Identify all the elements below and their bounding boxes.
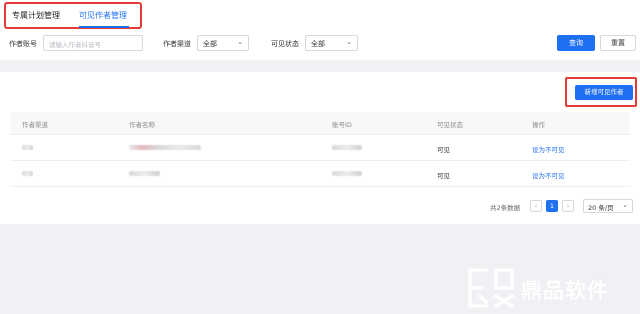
channel-select-value: 全部 — [203, 40, 217, 48]
chevron-down-icon: ⌄ — [346, 38, 352, 46]
row-status: 可见 — [437, 172, 450, 180]
chevron-down-icon: ⌄ — [622, 201, 628, 209]
channel-label: 作者渠道 — [163, 40, 191, 48]
reset-button[interactable]: 重置 — [600, 35, 636, 51]
active-tab-indicator — [79, 26, 129, 28]
channel-select[interactable]: 全部 ⌄ — [197, 35, 249, 51]
chevron-left-icon[interactable]: ‹ — [530, 200, 542, 212]
account-input[interactable]: 请输入作者抖音号 — [43, 35, 143, 51]
row-divider — [10, 186, 630, 187]
visibility-select[interactable]: 全部 ⌄ — [305, 35, 358, 51]
redacted-account-id — [332, 171, 362, 176]
redacted-author-name — [129, 171, 160, 176]
visibility-select-value: 全部 — [311, 40, 325, 48]
header-visibility: 可见状态 — [437, 121, 463, 129]
chevron-right-icon[interactable]: › — [562, 200, 574, 212]
header-author-name: 作者名称 — [129, 121, 155, 129]
query-button[interactable]: 查询 — [557, 35, 595, 51]
set-invisible-link[interactable]: 设为不可见 — [532, 144, 565, 154]
redacted-author-name — [129, 145, 201, 150]
tab-exclusive-plan[interactable]: 专属计划管理 — [12, 10, 60, 21]
tabs-highlight-box: 专属计划管理 可见作者管理 — [4, 2, 142, 29]
header-channel: 作者渠道 — [22, 121, 48, 129]
visibility-label: 可见状态 — [271, 40, 299, 48]
row-divider — [10, 160, 630, 161]
account-label: 作者账号 — [9, 40, 37, 48]
set-invisible-link[interactable]: 设为不可见 — [532, 170, 565, 180]
pagination-total: 共2条数据 — [490, 204, 521, 212]
page-size-value: 20 条/页 — [588, 204, 614, 212]
pagination-current-page[interactable]: 1 — [546, 200, 558, 212]
add-visible-author-button[interactable]: 新增可见作者 — [575, 85, 633, 100]
row-status: 可见 — [437, 146, 450, 154]
page-size-select[interactable]: 20 条/页 ⌄ — [583, 199, 633, 213]
filter-card: 专属计划管理 可见作者管理 作者账号 请输入作者抖音号 作者渠道 全部 ⌄ 可见… — [0, 0, 640, 60]
redacted-channel — [22, 171, 33, 176]
redacted-channel — [22, 145, 33, 150]
header-actions: 操作 — [532, 121, 545, 129]
watermark-logo-icon — [468, 268, 515, 309]
tab-visible-authors[interactable]: 可见作者管理 — [79, 10, 127, 21]
header-account-id: 账号ID — [332, 121, 352, 129]
redacted-account-id — [332, 145, 362, 150]
chevron-down-icon: ⌄ — [237, 38, 243, 46]
row-divider — [10, 134, 630, 135]
watermark-text: 鼎品软件 — [521, 279, 609, 303]
